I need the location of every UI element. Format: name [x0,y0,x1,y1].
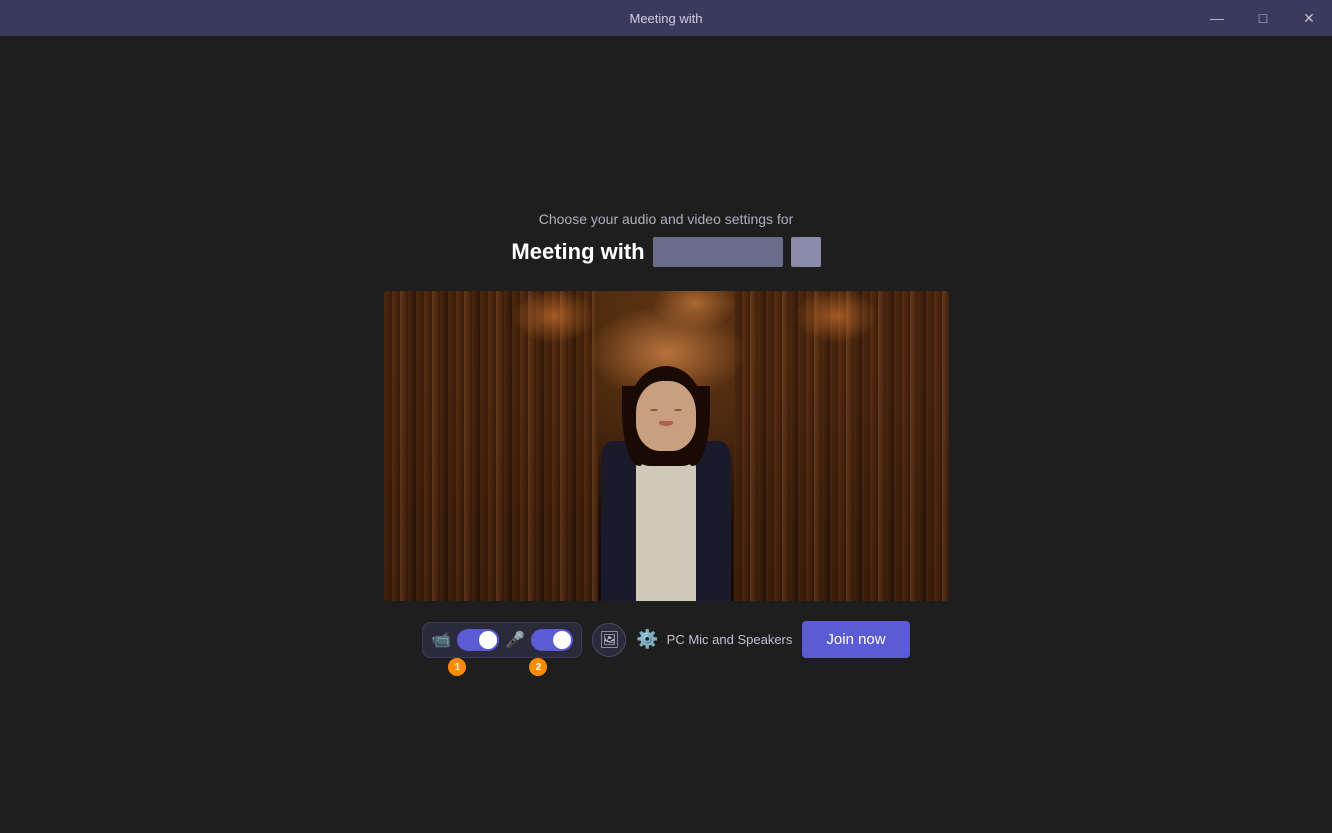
effects-badge: 2 [529,658,547,676]
effects-icon: 🖼 [599,630,619,650]
person-shirt [636,461,696,601]
title-row: Meeting with [511,237,820,267]
person-face [636,381,696,451]
camera-badge: 1 [448,658,466,676]
camera-icon: 📹 [431,630,451,650]
camera-toggle[interactable] [457,629,499,651]
microphone-toggle[interactable] [531,629,573,651]
meeting-name-redacted [653,237,783,267]
camera-toggle-knob [479,631,497,649]
person-body [566,351,766,601]
titlebar-title: Meeting with [630,11,703,26]
camera-controls: 📹 🎤 [422,622,582,658]
person-preview [566,351,766,601]
microphone-icon: 🎤 [505,630,525,650]
effects-button[interactable]: 🖼 [592,623,626,657]
microphone-toggle-knob [553,631,571,649]
controls-bar: 📹 🎤 🖼 ⚙️ PC Mic and Speakers [422,621,909,658]
maximize-icon: □ [1259,10,1267,26]
audio-settings[interactable]: ⚙️ PC Mic and Speakers [636,629,792,650]
minimize-button[interactable]: — [1194,0,1240,36]
titlebar: Meeting with — □ ✕ [0,0,1332,36]
close-button[interactable]: ✕ [1286,0,1332,36]
video-background [384,291,949,601]
meeting-name-redacted-extra [791,237,821,267]
titlebar-controls: — □ ✕ [1194,0,1332,36]
controls-wrapper: 📹 🎤 🖼 ⚙️ PC Mic and Speakers [422,621,909,658]
subtitle-text: Choose your audio and video settings for [539,211,794,227]
maximize-button[interactable]: □ [1240,0,1286,36]
minimize-icon: — [1210,10,1224,26]
join-now-button[interactable]: Join now [802,621,909,658]
gear-icon: ⚙️ [636,629,658,650]
main-content: Choose your audio and video settings for… [0,36,1332,833]
close-icon: ✕ [1303,10,1315,27]
effects-container: 🖼 [592,623,626,657]
video-preview [384,291,949,601]
audio-device-label: PC Mic and Speakers [667,632,793,647]
meeting-title-label: Meeting with [511,239,644,265]
